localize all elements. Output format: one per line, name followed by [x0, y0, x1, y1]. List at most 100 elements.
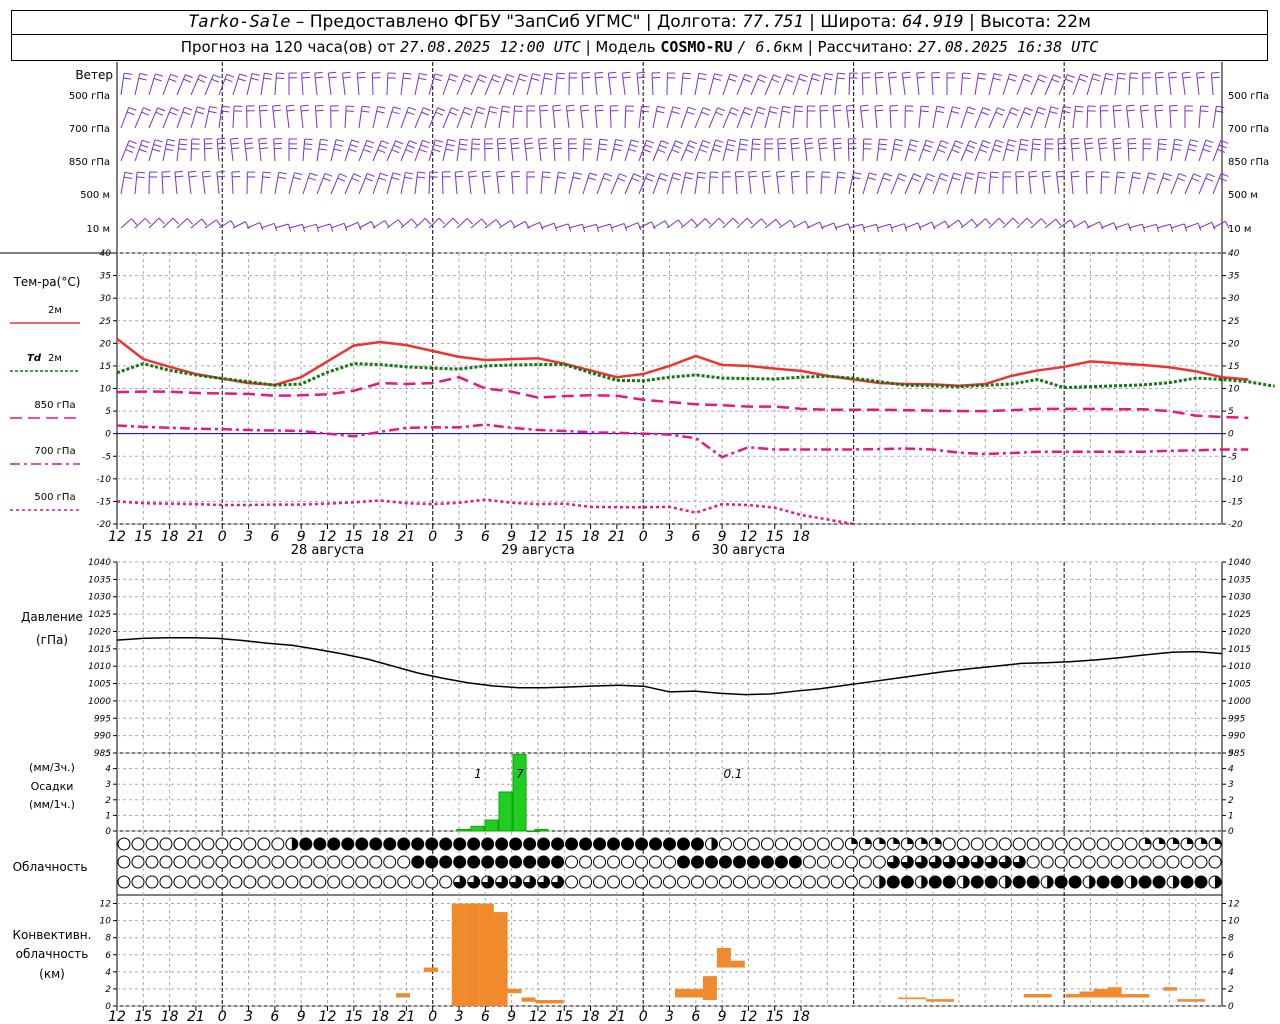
- temp-tick-label-left: 5: [105, 407, 111, 417]
- wind-barb-feather: [1009, 111, 1018, 116]
- wind-barb: [523, 137, 534, 162]
- wind-barb-feather: [637, 76, 646, 79]
- hour-label-bottom: 12: [319, 1009, 337, 1024]
- wind-barb-shaft: [1125, 106, 1130, 129]
- wind-barb-shaft: [456, 139, 461, 162]
- wind-barb-shaft: [176, 139, 180, 162]
- wind-barb-feather: [895, 138, 904, 142]
- wind-barb: [1142, 172, 1157, 195]
- temp-tick-label-left: 15: [100, 362, 112, 372]
- wind-barb-feather: [459, 143, 468, 146]
- cloud-symbol: [998, 855, 1012, 869]
- wind-barb-feather: [197, 106, 206, 110]
- wind-barb-shaft: [1142, 223, 1157, 229]
- wind-barb: [428, 73, 443, 96]
- convective-bar: [940, 999, 955, 1002]
- wind-barb-feather: [1024, 107, 1033, 111]
- wind-barb-feather: [188, 175, 197, 178]
- wind-barb: [582, 223, 600, 233]
- wind-barb-shaft: [386, 72, 389, 96]
- wind-barb-feather: [245, 147, 254, 150]
- wind-barb: [666, 219, 684, 229]
- wind-barb-shaft: [974, 107, 984, 129]
- wind-barb-feather: [1042, 175, 1051, 178]
- wind-barb: [1016, 107, 1033, 129]
- cloud-fill: [425, 856, 438, 868]
- cloud-circle: [830, 837, 844, 851]
- wind-barb: [540, 222, 558, 231]
- cloud-circle: [774, 875, 788, 889]
- cloud-circle: [607, 875, 621, 889]
- wind-barb-feather: [908, 148, 917, 152]
- hour-label: 15: [134, 529, 152, 545]
- wind-barb: [498, 219, 516, 229]
- wind-barb-feather: [704, 218, 712, 225]
- wind-barb-shaft: [400, 73, 405, 96]
- wind-barb-feather: [273, 109, 282, 112]
- convective-bar: [423, 967, 438, 972]
- cloud-symbol: [1054, 837, 1068, 851]
- wind-barb-shaft: [1041, 172, 1046, 195]
- cloud-fill: [593, 838, 606, 850]
- wind-barb-feather: [878, 148, 887, 151]
- wind-barb: [806, 221, 824, 230]
- wind-barb-feather: [699, 149, 708, 153]
- cloud-symbol: [802, 837, 816, 851]
- wind-barb-shaft: [1086, 221, 1100, 229]
- cloud-symbol: [663, 855, 676, 869]
- wind-barb-feather: [1211, 76, 1220, 79]
- wind-barb: [552, 137, 563, 162]
- wind-barb-feather: [595, 104, 604, 107]
- wind-barb: [848, 223, 866, 233]
- cloud-symbol: [579, 855, 593, 869]
- wind-barb-feather: [1155, 109, 1164, 112]
- wind-barb-shaft: [904, 139, 912, 162]
- cloud-symbol: [341, 875, 355, 889]
- wind-barb-feather: [462, 111, 471, 116]
- wind-barb-feather: [978, 171, 987, 175]
- cloud-circle: [355, 855, 369, 869]
- wind-barb: [1016, 217, 1033, 229]
- wind-barb-shaft: [931, 73, 934, 96]
- wind-barb-feather: [434, 73, 443, 77]
- cloud-fill: [537, 856, 550, 868]
- wind-barb: [1100, 73, 1114, 96]
- wind-barb: [229, 137, 240, 162]
- wind-barb-feather: [1197, 76, 1206, 79]
- wind-barb-feather: [888, 76, 898, 79]
- wind-barb-shaft: [400, 218, 412, 229]
- wind-barb-feather: [913, 173, 922, 178]
- wind-barb-feather: [940, 172, 949, 177]
- wind-barb-feather: [553, 109, 562, 112]
- wind-barb: [596, 138, 608, 162]
- wind-barb-shaft: [638, 221, 652, 229]
- wind-barb: [806, 73, 821, 96]
- wind-barb-feather: [183, 78, 192, 83]
- wind-barb-feather: [682, 77, 691, 80]
- cloud-symbol: [243, 837, 257, 851]
- wind-barb-feather: [875, 71, 884, 74]
- wind-barb-feather: [677, 219, 684, 227]
- wind-barb-feather: [580, 104, 589, 107]
- wind-barb: [750, 218, 768, 229]
- wind-barb: [1112, 104, 1122, 129]
- wind-barb-feather: [208, 110, 217, 114]
- wind-barb-feather: [790, 219, 796, 228]
- cloud-symbol: [341, 855, 355, 869]
- wind-barb: [1044, 106, 1059, 129]
- wind-barb-shaft: [708, 172, 711, 195]
- wind-barb-shaft: [960, 172, 967, 195]
- cloud-symbol: [858, 855, 872, 869]
- wind-barb: [918, 139, 934, 162]
- wind-barb: [761, 170, 771, 195]
- wind-barb-feather: [1117, 77, 1126, 80]
- wind-barb-feather: [732, 217, 739, 225]
- cloud-symbol: [1208, 837, 1222, 851]
- cloud-symbol: [593, 875, 607, 889]
- wind-barb-feather: [888, 71, 897, 74]
- wind-barb-feather: [475, 111, 484, 115]
- wind-barb: [946, 72, 956, 96]
- wind-barb-feather: [378, 177, 387, 181]
- cloud-symbol: [383, 875, 397, 889]
- wind-barb-feather: [455, 175, 464, 178]
